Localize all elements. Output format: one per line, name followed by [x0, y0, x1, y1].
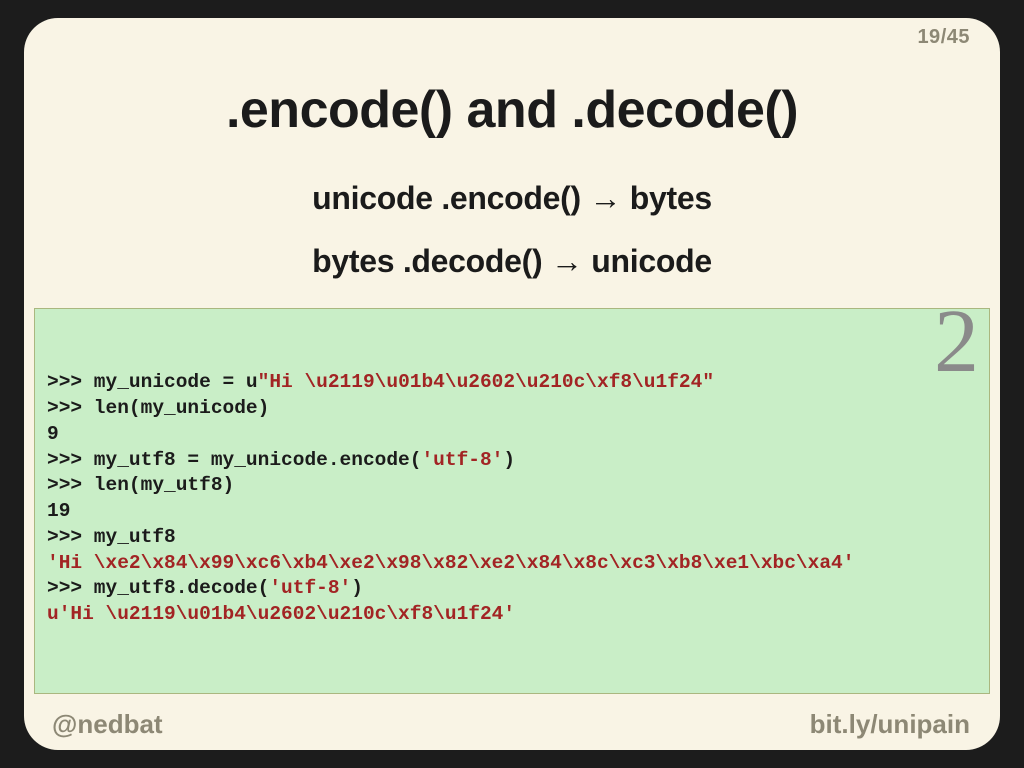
- code-line: >>> my_utf8 = my_unicode.encode('utf-8'): [47, 448, 977, 474]
- subtitle-decode: bytes .decode() → unicode: [24, 243, 1000, 280]
- footer-handle: @nedbat: [52, 709, 163, 740]
- code-line: >>> len(my_unicode): [47, 396, 977, 422]
- page-current: 19: [917, 26, 940, 48]
- page-counter: 19/45: [917, 26, 970, 49]
- code-line: 'Hi \xe2\x84\x99\xc6\xb4\xe2\x98\x82\xe2…: [47, 551, 977, 577]
- code-line: >>> my_unicode = u"Hi \u2119\u01b4\u2602…: [47, 370, 977, 396]
- footer-url: bit.ly/unipain: [810, 709, 970, 740]
- code-line: 9: [47, 422, 977, 448]
- code-line: >>> len(my_utf8): [47, 473, 977, 499]
- code-block: 2>>> my_unicode = u"Hi \u2119\u01b4\u260…: [34, 308, 990, 694]
- slide: 19/45 .encode() and .decode() unicode .e…: [24, 18, 1000, 750]
- code-line: u'Hi \u2119\u01b4\u2602\u210c\xf8\u1f24': [47, 602, 977, 628]
- code-line: 19: [47, 499, 977, 525]
- stage: 19/45 .encode() and .decode() unicode .e…: [0, 0, 1024, 768]
- code-line: >>> my_utf8: [47, 525, 977, 551]
- slide-title: .encode() and .decode(): [24, 80, 1000, 140]
- code-line: >>> my_utf8.decode('utf-8'): [47, 576, 977, 602]
- subtitle-encode: unicode .encode() → bytes: [24, 180, 1000, 217]
- page-total: 45: [947, 26, 970, 48]
